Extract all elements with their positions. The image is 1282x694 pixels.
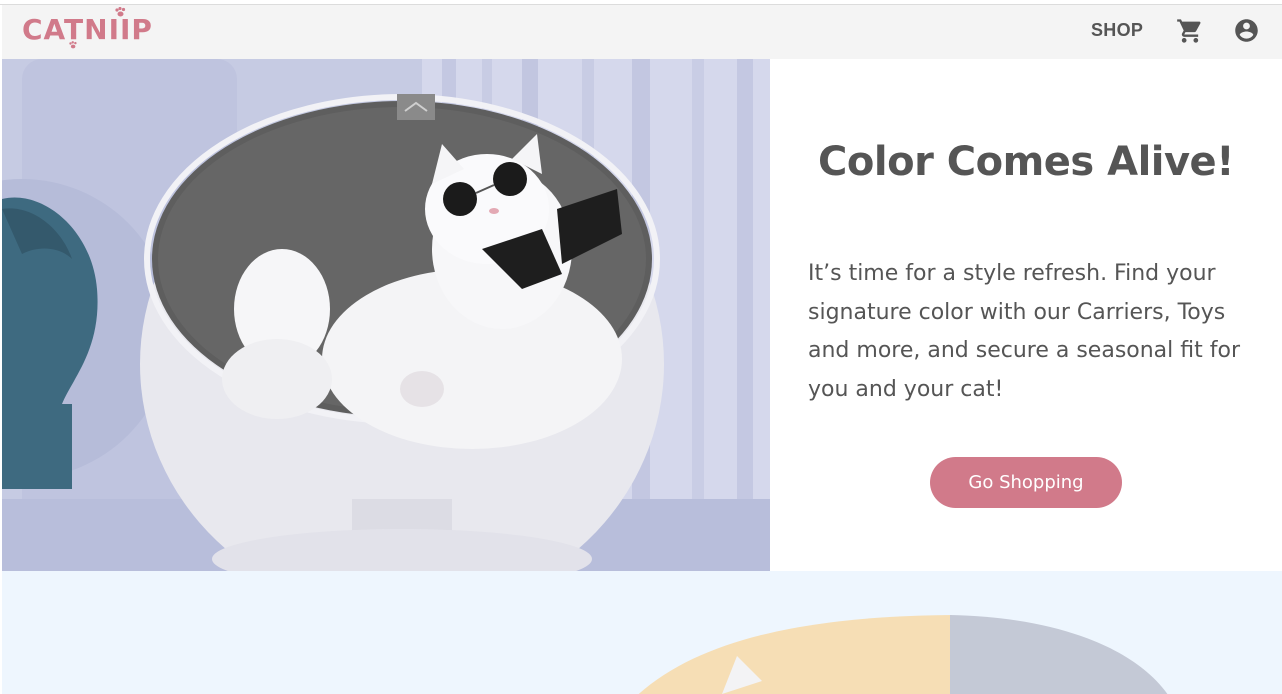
hero-text-panel: Color Comes Alive! It’s time for a style…: [770, 59, 1282, 571]
hero-title: Color Comes Alive!: [818, 139, 1234, 185]
paw-icon: [69, 41, 77, 49]
paw-icon: [115, 7, 126, 17]
go-shopping-button[interactable]: Go Shopping: [930, 457, 1122, 508]
nav-shop-link[interactable]: SHOP: [1091, 20, 1143, 41]
hero-image: [2, 59, 770, 571]
hero-illustration: [2, 59, 770, 571]
hero-description: It’s time for a style refresh. Find your…: [808, 261, 1240, 402]
brand-logo-text: CATNIIP: [22, 13, 153, 46]
featured-illustration: [638, 615, 1168, 694]
shopping-cart-icon[interactable]: [1176, 17, 1204, 45]
brand-logo[interactable]: CATNIIP: [22, 7, 153, 49]
account-circle-icon[interactable]: [1233, 17, 1260, 44]
top-navbar: CATNIIP SHOP: [2, 5, 1282, 59]
featured-section: [2, 571, 1282, 694]
